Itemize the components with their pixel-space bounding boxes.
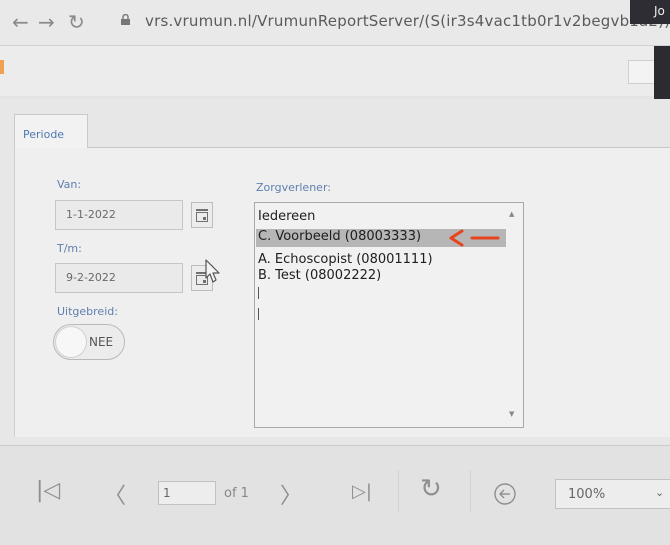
back-circle-icon[interactable]	[493, 482, 517, 506]
list-item[interactable]: Iedereen	[258, 209, 315, 224]
tab-periode[interactable]: Periode	[14, 114, 88, 148]
forward-arrow-icon[interactable]: →	[38, 10, 55, 34]
app-toolbar	[0, 46, 670, 96]
mouse-cursor-icon	[205, 259, 220, 283]
zoom-select[interactable]: 100%	[555, 479, 670, 509]
url-text[interactable]: vrs.vrumun.nl/VrumunReportServer/(S(ir3s…	[145, 12, 670, 30]
tab-divider	[88, 147, 670, 148]
red-arrow-icon	[449, 229, 500, 247]
van-date-input[interactable]: 1-1-2022	[55, 200, 183, 230]
first-page-icon[interactable]: |◁	[36, 478, 60, 503]
prev-page-icon[interactable]: 〈	[104, 478, 126, 510]
menu-marker	[0, 60, 4, 74]
reload-icon[interactable]: ↻	[68, 10, 85, 34]
tm-label: T/m:	[57, 242, 82, 255]
uitgebreid-label: Uitgebreid:	[57, 305, 118, 318]
page-count: of 1	[224, 486, 249, 501]
text-caret	[258, 308, 259, 320]
text-caret	[258, 287, 259, 299]
last-page-icon[interactable]: ▷|	[352, 481, 372, 502]
refresh-icon[interactable]: ↻	[420, 474, 442, 504]
tm-date-input[interactable]: 9-2-2022	[55, 263, 183, 293]
list-item[interactable]: B. Test (08002222)	[258, 268, 381, 283]
page-number-input[interactable]: 1	[158, 481, 216, 505]
scroll-down-arrow[interactable]: ▼	[509, 410, 514, 418]
chevron-down-icon[interactable]: ⌄	[655, 486, 664, 499]
separator	[470, 470, 471, 512]
edge-panel	[654, 46, 670, 104]
separator	[398, 470, 399, 512]
profile-badge: Jo	[630, 0, 670, 24]
van-label: Van:	[57, 178, 82, 191]
calendar-icon[interactable]	[191, 202, 213, 228]
zorgverlener-label: Zorgverlener:	[256, 181, 331, 194]
list-item-selected[interactable]: C. Voorbeeld (08003333)	[258, 229, 421, 244]
toggle-knob[interactable]	[55, 326, 87, 358]
lock-icon	[121, 14, 130, 25]
back-arrow-icon[interactable]: ←	[12, 10, 29, 34]
toggle-value: NEE	[89, 335, 114, 349]
list-item[interactable]: A. Echoscopist (08001111)	[258, 252, 433, 267]
scroll-up-arrow[interactable]: ▲	[509, 210, 514, 218]
extension-button[interactable]	[628, 60, 656, 84]
next-page-icon[interactable]: 〉	[280, 478, 302, 510]
